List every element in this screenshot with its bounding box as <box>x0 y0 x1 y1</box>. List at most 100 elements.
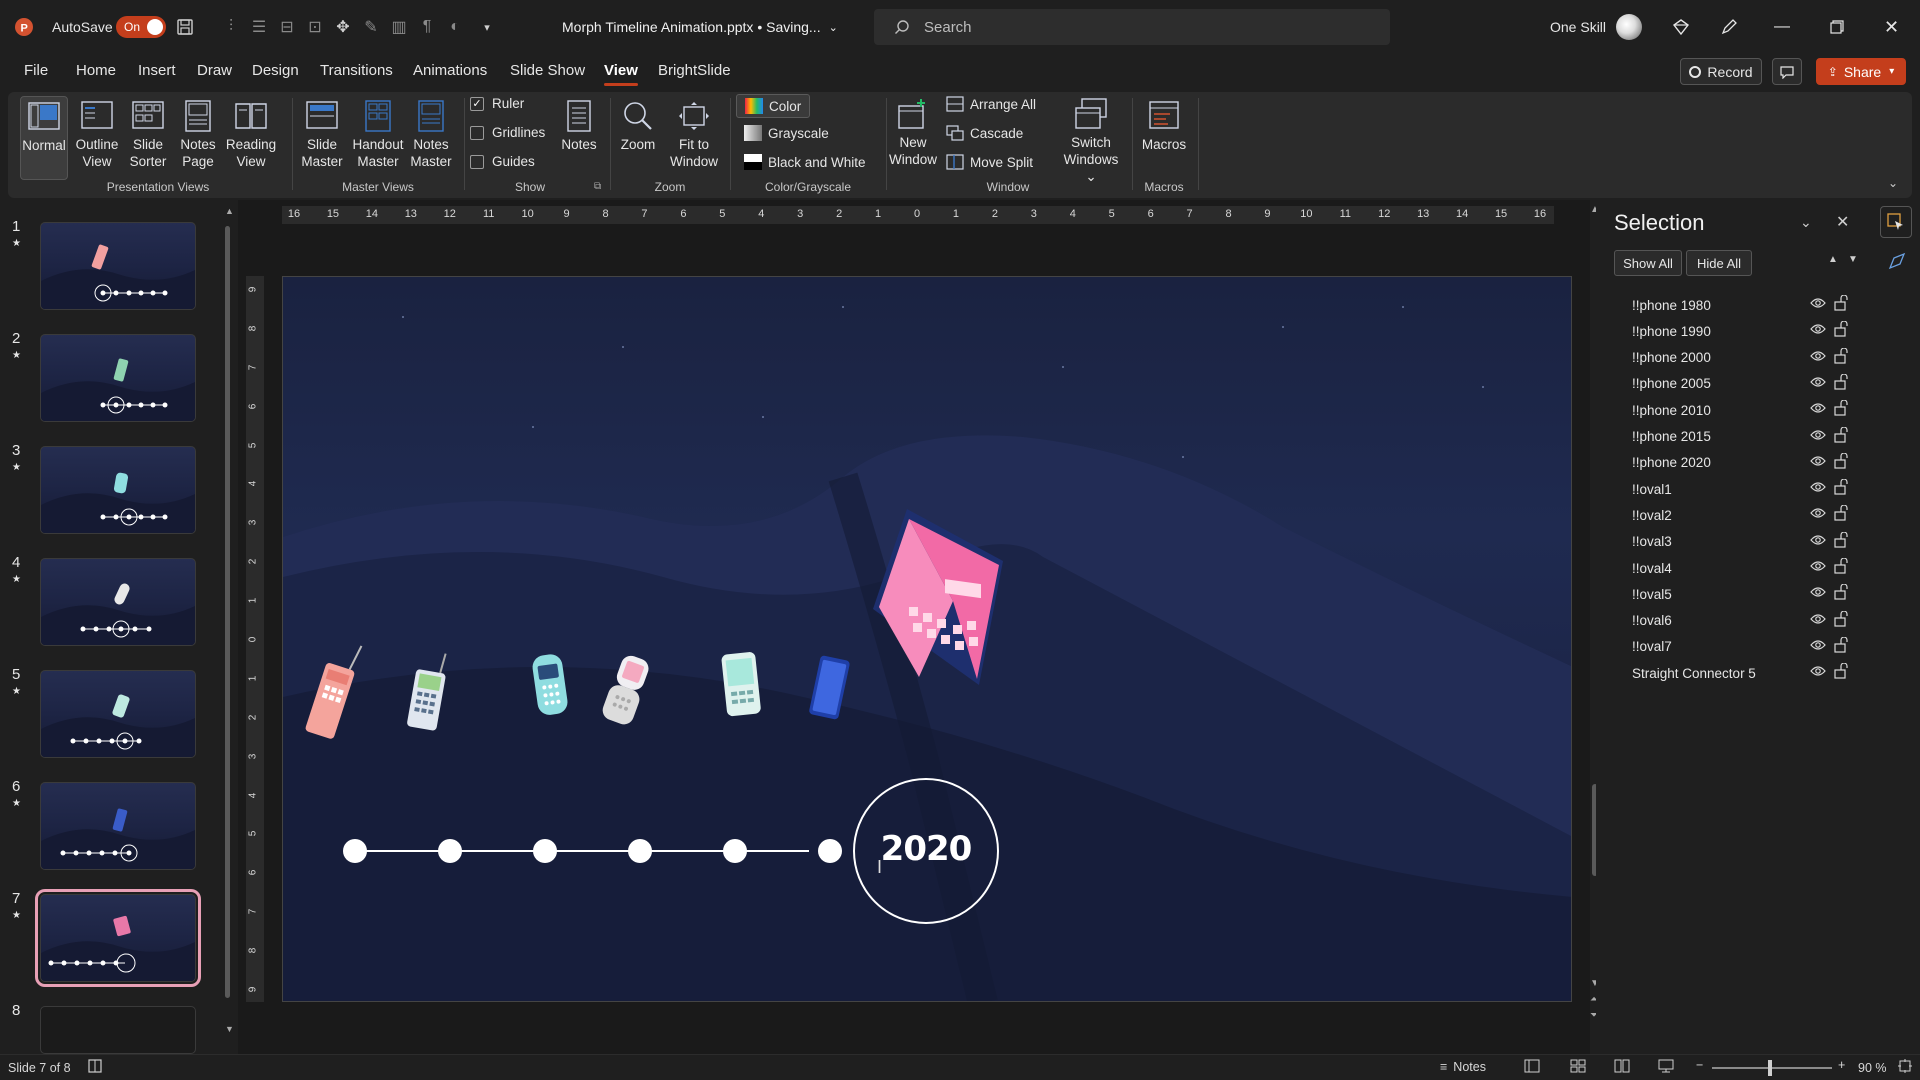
oval2[interactable] <box>438 839 462 863</box>
slide-sorter-button[interactable]: Slide Sorter <box>126 98 170 170</box>
eye-icon[interactable] <box>1810 297 1826 309</box>
designer-icon[interactable] <box>1888 252 1906 273</box>
collapse-ribbon-icon[interactable]: ⌄ <box>1888 176 1898 190</box>
eye-icon[interactable] <box>1810 481 1826 493</box>
chart-icon[interactable]: ▥ <box>388 16 410 38</box>
notes-master-button[interactable]: Notes Master <box>406 98 456 170</box>
customize-qat-icon[interactable]: ▾ <box>476 16 498 38</box>
slide-thumbnail-2[interactable] <box>40 334 196 422</box>
slide-thumbnail-3[interactable] <box>40 446 196 534</box>
tab-home[interactable]: Home <box>76 62 116 79</box>
record-button[interactable]: Record <box>1680 58 1762 85</box>
grayscale-button[interactable]: Grayscale <box>744 125 829 141</box>
selection-item[interactable]: !!oval3 <box>1632 529 1862 555</box>
vertical-ruler[interactable]: 9 8 7 6 5 4 3 2 1 0 1 2 3 4 5 6 7 8 9 <box>246 276 264 1002</box>
reading-view-status-icon[interactable] <box>1614 1059 1630 1076</box>
oval4[interactable] <box>628 839 652 863</box>
user-name[interactable]: One Skill <box>1550 0 1606 54</box>
selection-item[interactable]: !!phone 2000 <box>1632 345 1862 371</box>
reading-view-button[interactable]: Reading View <box>224 98 278 170</box>
unlock-icon[interactable] <box>1834 610 1848 627</box>
tab-animations[interactable]: Animations <box>413 62 487 79</box>
zoom-level[interactable]: 90 % <box>1858 1061 1887 1075</box>
slide-thumbnail-5[interactable] <box>40 670 196 758</box>
gridlines-checkbox[interactable]: Gridlines <box>470 125 545 140</box>
accessibility-icon[interactable] <box>88 1059 102 1076</box>
oval5[interactable] <box>723 839 747 863</box>
phone-2010-image[interactable] <box>721 651 761 717</box>
eye-icon[interactable] <box>1810 402 1826 414</box>
eye-icon[interactable] <box>1810 429 1826 441</box>
selection-item[interactable]: !!phone 1980 <box>1632 292 1862 318</box>
move-split-button[interactable]: Move Split <box>946 154 1033 170</box>
align-left-icon[interactable]: ⫶ <box>220 16 242 38</box>
zoom-in-icon[interactable]: + <box>1838 1058 1845 1072</box>
share-button[interactable]: ⇪ Share ▾ <box>1816 58 1906 85</box>
unlock-icon[interactable] <box>1834 321 1848 337</box>
fit-to-window-button[interactable]: Fit to Window <box>664 98 724 170</box>
align-objects-icon[interactable]: ⊟ <box>276 16 298 38</box>
unlock-icon[interactable] <box>1834 505 1848 521</box>
close-pane-icon[interactable]: ✕ <box>1836 212 1849 232</box>
format-painter-icon[interactable]: ¶ <box>416 16 438 38</box>
year-label[interactable]: 2020 <box>854 829 998 869</box>
unlock-icon[interactable] <box>1834 426 1848 443</box>
unlock-icon[interactable] <box>1834 636 1848 653</box>
normal-view-status-icon[interactable] <box>1524 1059 1540 1076</box>
new-window-button[interactable]: New Window <box>888 96 938 168</box>
oval3[interactable] <box>533 839 557 863</box>
selection-item[interactable]: !!phone 2010 <box>1632 397 1862 423</box>
selection-item[interactable]: !!phone 2020 <box>1632 450 1862 476</box>
diamond-icon[interactable] <box>1672 0 1690 54</box>
tab-transitions[interactable]: Transitions <box>320 62 393 79</box>
black-and-white-button[interactable]: Black and White <box>744 154 866 170</box>
restore-icon[interactable] <box>1830 0 1844 54</box>
normal-view-button[interactable]: Normal <box>20 96 68 180</box>
move-icon[interactable]: ✥ <box>332 16 354 38</box>
bring-forward-icon[interactable]: ▲ <box>1828 254 1838 265</box>
slideshow-status-icon[interactable] <box>1658 1059 1674 1076</box>
slide-sorter-status-icon[interactable] <box>1570 1059 1586 1076</box>
slide-canvas[interactable]: 2020 I <box>282 276 1572 1002</box>
tab-slide-show[interactable]: Slide Show <box>510 62 585 79</box>
switch-windows-button[interactable]: Switch Windows ⌄ <box>1060 96 1122 185</box>
selection-item[interactable]: Straight Connector 5 <box>1632 660 1862 686</box>
eye-icon[interactable] <box>1810 613 1826 625</box>
eye-icon[interactable] <box>1810 350 1826 362</box>
arrange-all-button[interactable]: Arrange All <box>946 96 1036 112</box>
zoom-out-icon[interactable]: − <box>1696 1058 1703 1072</box>
tab-brightslide[interactable]: BrightSlide <box>658 62 731 79</box>
edit-points-icon[interactable]: ✎ <box>360 16 382 38</box>
slide-thumbnail-1[interactable] <box>40 222 196 310</box>
unlock-icon[interactable] <box>1834 373 1848 390</box>
slide-master-button[interactable]: Slide Master <box>296 98 348 170</box>
zoom-slider[interactable] <box>1712 1060 1832 1076</box>
unlock-icon[interactable] <box>1834 295 1848 311</box>
slide-thumbnail-8[interactable] <box>40 1006 196 1054</box>
handout-master-button[interactable]: Handout Master <box>350 98 406 170</box>
thumbnail-scrollbar[interactable]: ▲ ▼ <box>222 206 234 1036</box>
notes-button[interactable]: Notes <box>554 98 604 153</box>
align-right-icon[interactable]: ⊡ <box>304 16 326 38</box>
close-icon[interactable]: ✕ <box>1884 0 1899 54</box>
document-title[interactable]: Morph Timeline Animation.pptx • Saving..… <box>562 0 838 54</box>
tab-file[interactable]: File <box>24 62 48 79</box>
show-all-button[interactable]: Show All <box>1614 250 1682 276</box>
ruler-checkbox[interactable]: ✓ Ruler <box>470 96 524 111</box>
selection-item[interactable]: !!oval6 <box>1632 608 1862 634</box>
eye-icon[interactable] <box>1810 323 1826 335</box>
shape-fill-icon[interactable]: ◐ <box>444 16 466 38</box>
selection-item[interactable]: !!oval5 <box>1632 581 1862 607</box>
avatar[interactable] <box>1616 0 1642 54</box>
unlock-icon[interactable] <box>1834 347 1848 364</box>
selection-item[interactable]: !!phone 2005 <box>1632 371 1862 397</box>
align-center-icon[interactable]: ☰ <box>248 16 270 38</box>
slide-thumbnail-6[interactable] <box>40 782 196 870</box>
save-icon[interactable] <box>176 0 194 54</box>
unlock-icon[interactable] <box>1834 452 1848 469</box>
eye-icon[interactable] <box>1810 639 1826 651</box>
selection-pane-toggle-icon[interactable] <box>1880 206 1912 238</box>
minimize-icon[interactable]: — <box>1774 0 1790 54</box>
selection-item[interactable]: !!phone 2015 <box>1632 424 1862 450</box>
autosave-toggle[interactable]: On <box>116 0 166 54</box>
